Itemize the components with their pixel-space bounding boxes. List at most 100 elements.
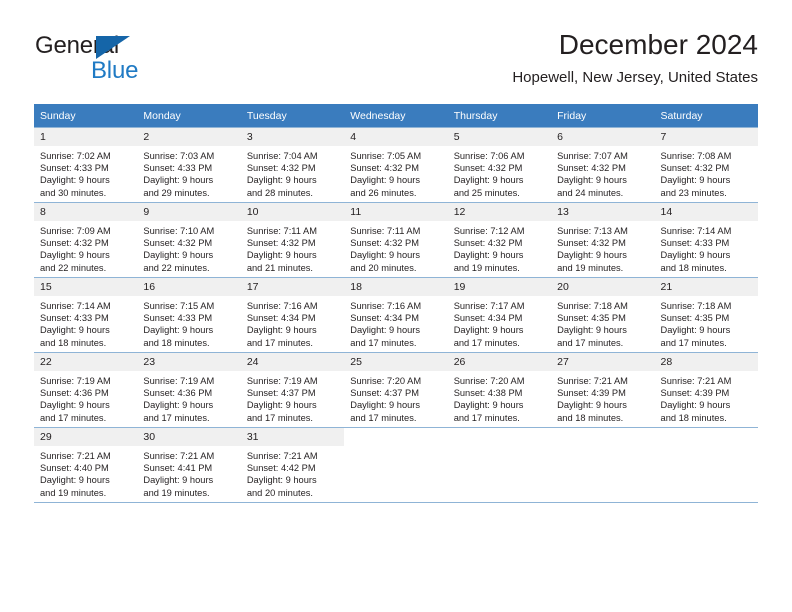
weekday-header-sunday: Sunday: [34, 104, 138, 128]
calendar-day-cell[interactable]: 21 Sunrise: 7:18 AM Sunset: 4:35 PM Dayligh…: [654, 277, 758, 353]
calendar-day-cell[interactable]: 2 Sunrise: 7:03 AM Sunset: 4:33 PM Daylight…: [137, 127, 241, 203]
sunset-text: Sunset: 4:32 PM: [143, 238, 213, 249]
sunset-text: Sunset: 4:33 PM: [40, 163, 109, 174]
daylight-text-line2: and 19 minutes.: [143, 487, 210, 498]
sunrise-text: Sunrise: 7:20 AM: [453, 376, 525, 386]
calendar-cell-empty: [344, 427, 448, 503]
calendar-day-cell[interactable]: 24 Sunrise: 7:19 AM Sunset: 4:37 PM Dayligh…: [240, 352, 345, 428]
calendar-day-cell[interactable]: 28 Sunrise: 7:21 AM Sunset: 4:39 PM Dayligh…: [654, 352, 758, 428]
daylight-text-line1: Daylight: 9 hours: [246, 475, 317, 486]
day-details: Sunrise: 7:20 AM Sunset: 4:37 PM Daylight:…: [344, 371, 447, 424]
brand-name-blue: Blue: [91, 57, 139, 84]
calendar-day-cell[interactable]: 30 Sunrise: 7:21 AM Sunset: 4:41 PM Dayligh…: [137, 427, 241, 503]
day-number: 12: [447, 203, 552, 221]
day-number: 21: [654, 278, 758, 296]
calendar-day-cell[interactable]: 19 Sunrise: 7:17 AM Sunset: 4:34 PM Dayligh…: [447, 277, 552, 353]
calendar-day-cell[interactable]: 13 Sunrise: 7:13 AM Sunset: 4:32 PM Dayligh…: [551, 202, 655, 278]
day-number: 11: [344, 203, 448, 221]
calendar-day-cell[interactable]: 3 Sunrise: 7:04 AM Sunset: 4:32 PM Daylight…: [240, 127, 345, 203]
daylight-text-line1: Daylight: 9 hours: [557, 175, 627, 186]
calendar-day-cell[interactable]: 20 Sunrise: 7:18 AM Sunset: 4:35 PM Dayligh…: [551, 277, 655, 353]
day-details: Sunrise: 7:19 AM Sunset: 4:36 PM Daylight:…: [137, 371, 240, 424]
sunset-text: Sunset: 4:32 PM: [246, 163, 316, 174]
sunrise-text: Sunrise: 7:20 AM: [350, 376, 422, 386]
daylight-text-line2: and 20 minutes.: [246, 487, 313, 498]
sunset-text: Sunset: 4:32 PM: [660, 163, 730, 174]
calendar-day-cell[interactable]: 26 Sunrise: 7:20 AM Sunset: 4:38 PM Dayligh…: [447, 352, 552, 428]
calendar-day-cell[interactable]: 22 Sunrise: 7:19 AM Sunset: 4:36 PM Dayligh…: [34, 352, 138, 428]
calendar-week-row: 1 Sunrise: 7:02 AM Sunset: 4:33 PM Daylight…: [34, 127, 758, 203]
daylight-text-line1: Daylight: 9 hours: [453, 250, 524, 261]
day-details: Sunrise: 7:17 AM Sunset: 4:34 PM Daylight:…: [448, 296, 551, 349]
daylight-text-line1: Daylight: 9 hours: [453, 400, 524, 411]
daylight-text-line2: and 24 minutes.: [557, 187, 624, 198]
calendar-day-cell[interactable]: 25 Sunrise: 7:20 AM Sunset: 4:37 PM Dayligh…: [344, 352, 448, 428]
day-number: 1: [34, 128, 138, 146]
calendar-day-cell[interactable]: 10 Sunrise: 7:11 AM Sunset: 4:32 PM Dayligh…: [240, 202, 345, 278]
sunrise-text: Sunrise: 7:07 AM: [557, 151, 628, 161]
day-details: Sunrise: 7:18 AM Sunset: 4:35 PM Daylight:…: [655, 296, 758, 349]
sunrise-text: Sunrise: 7:11 AM: [246, 226, 317, 236]
sunrise-text: Sunrise: 7:05 AM: [350, 151, 422, 161]
calendar-day-cell[interactable]: 15 Sunrise: 7:14 AM Sunset: 4:33 PM Dayligh…: [34, 277, 138, 353]
calendar-day-cell[interactable]: 7 Sunrise: 7:08 AM Sunset: 4:32 PM Daylight…: [654, 127, 758, 203]
day-details: Sunrise: 7:11 AM Sunset: 4:32 PM Daylight:…: [241, 221, 344, 274]
calendar-day-cell[interactable]: 23 Sunrise: 7:19 AM Sunset: 4:36 PM Dayligh…: [137, 352, 241, 428]
sunrise-text: Sunrise: 7:21 AM: [246, 451, 318, 461]
day-number: 22: [34, 353, 138, 371]
calendar-day-cell[interactable]: 16 Sunrise: 7:15 AM Sunset: 4:33 PM Dayligh…: [137, 277, 241, 353]
calendar-day-cell[interactable]: 27 Sunrise: 7:21 AM Sunset: 4:39 PM Dayligh…: [551, 352, 655, 428]
day-number: 4: [344, 128, 448, 146]
weekday-header-monday: Monday: [137, 104, 241, 128]
calendar-day-cell[interactable]: 18 Sunrise: 7:16 AM Sunset: 4:34 PM Dayligh…: [344, 277, 448, 353]
calendar-table: Sunday Monday Tuesday Wednesday Thursday…: [34, 104, 758, 503]
calendar-day-cell[interactable]: 6 Sunrise: 7:07 AM Sunset: 4:32 PM Daylight…: [551, 127, 655, 203]
daylight-text-line1: Daylight: 9 hours: [40, 475, 110, 486]
day-number: [551, 428, 655, 446]
calendar-day-cell[interactable]: 4 Sunrise: 7:05 AM Sunset: 4:32 PM Daylight…: [344, 127, 448, 203]
day-details: Sunrise: 7:08 AM Sunset: 4:32 PM Daylight:…: [655, 146, 758, 199]
daylight-text-line1: Daylight: 9 hours: [246, 400, 317, 411]
calendar-day-cell[interactable]: 14 Sunrise: 7:14 AM Sunset: 4:33 PM Dayligh…: [654, 202, 758, 278]
daylight-text-line1: Daylight: 9 hours: [557, 400, 627, 411]
sunset-text: Sunset: 4:37 PM: [246, 388, 316, 399]
calendar-day-cell[interactable]: 1 Sunrise: 7:02 AM Sunset: 4:33 PM Daylight…: [34, 127, 138, 203]
brand-logo[interactable]: General Blue: [34, 32, 264, 94]
weekday-header-friday: Friday: [551, 104, 655, 128]
sunrise-text: Sunrise: 7:02 AM: [40, 151, 111, 161]
day-details: Sunrise: 7:21 AM Sunset: 4:39 PM Daylight:…: [551, 371, 654, 424]
sunset-text: Sunset: 4:34 PM: [453, 313, 523, 324]
daylight-text-line2: and 30 minutes.: [40, 187, 107, 198]
daylight-text-line1: Daylight: 9 hours: [143, 325, 214, 336]
calendar-day-cell[interactable]: 9 Sunrise: 7:10 AM Sunset: 4:32 PM Daylight…: [137, 202, 241, 278]
calendar-day-cell[interactable]: 31 Sunrise: 7:21 AM Sunset: 4:42 PM Dayligh…: [240, 427, 345, 503]
calendar-day-cell[interactable]: 11 Sunrise: 7:11 AM Sunset: 4:32 PM Dayligh…: [344, 202, 448, 278]
day-details: Sunrise: 7:21 AM Sunset: 4:42 PM Daylight:…: [241, 446, 344, 499]
calendar-day-cell[interactable]: 17 Sunrise: 7:16 AM Sunset: 4:34 PM Dayligh…: [240, 277, 345, 353]
sunrise-text: Sunrise: 7:21 AM: [557, 376, 628, 386]
day-number: 6: [551, 128, 655, 146]
daylight-text-line2: and 17 minutes.: [350, 412, 417, 423]
day-details: Sunrise: 7:18 AM Sunset: 4:35 PM Daylight:…: [551, 296, 654, 349]
calendar-day-cell[interactable]: 8 Sunrise: 7:09 AM Sunset: 4:32 PM Daylight…: [34, 202, 138, 278]
day-details: Sunrise: 7:19 AM Sunset: 4:36 PM Daylight:…: [34, 371, 137, 424]
day-details: Sunrise: 7:09 AM Sunset: 4:32 PM Daylight:…: [34, 221, 137, 274]
sunset-text: Sunset: 4:33 PM: [143, 313, 213, 324]
daylight-text-line2: and 17 minutes.: [453, 337, 520, 348]
daylight-text-line1: Daylight: 9 hours: [40, 325, 110, 336]
sunset-text: Sunset: 4:32 PM: [350, 238, 419, 249]
day-details: Sunrise: 7:02 AM Sunset: 4:33 PM Daylight:…: [34, 146, 137, 199]
day-details: Sunrise: 7:19 AM Sunset: 4:37 PM Daylight:…: [241, 371, 344, 424]
sunrise-text: Sunrise: 7:16 AM: [350, 301, 422, 311]
daylight-text-line1: Daylight: 9 hours: [660, 325, 731, 336]
daylight-text-line1: Daylight: 9 hours: [143, 175, 214, 186]
day-details: Sunrise: 7:12 AM Sunset: 4:32 PM Daylight:…: [448, 221, 551, 274]
calendar-day-cell[interactable]: 5 Sunrise: 7:06 AM Sunset: 4:32 PM Daylight…: [447, 127, 552, 203]
calendar-day-cell[interactable]: 12 Sunrise: 7:12 AM Sunset: 4:32 PM Dayligh…: [447, 202, 552, 278]
page-title: December 2024: [558, 29, 758, 60]
daylight-text-line1: Daylight: 9 hours: [246, 175, 317, 186]
day-number: 31: [240, 428, 345, 446]
calendar-day-cell[interactable]: 29 Sunrise: 7:21 AM Sunset: 4:40 PM Dayligh…: [34, 427, 138, 503]
day-details: Sunrise: 7:07 AM Sunset: 4:32 PM Daylight:…: [551, 146, 654, 199]
sunset-text: Sunset: 4:35 PM: [660, 313, 730, 324]
